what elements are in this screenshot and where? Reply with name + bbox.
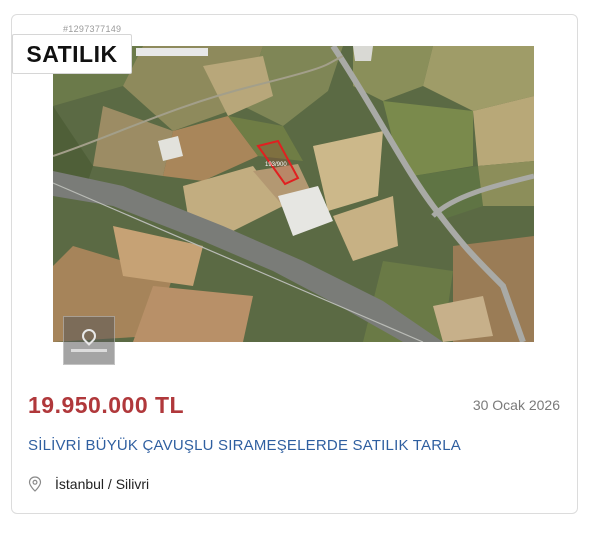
satellite-map-image: 193/900 (53, 46, 534, 342)
listing-photo[interactable]: 193/900 (53, 46, 534, 342)
parcel-label: 193/900 (265, 162, 287, 168)
listing-location: İstanbul / Silivri (28, 476, 149, 492)
listing-id: #1297377149 (63, 24, 122, 34)
listing-title-link[interactable]: SİLİVRİ BÜYÜK ÇAVUŞLU SIRAMEŞELERDE SATI… (28, 437, 461, 454)
logo-icon (79, 326, 99, 346)
map-pin-icon (28, 476, 42, 492)
status-badge: SATILIK (12, 34, 132, 74)
listing-price: 19.950.000 TL (28, 392, 185, 418)
listing-date: 30 Ocak 2026 (472, 397, 560, 413)
location-text: İstanbul / Silivri (55, 476, 150, 492)
watermark-logo (63, 316, 115, 365)
map-toolbar (136, 48, 208, 56)
